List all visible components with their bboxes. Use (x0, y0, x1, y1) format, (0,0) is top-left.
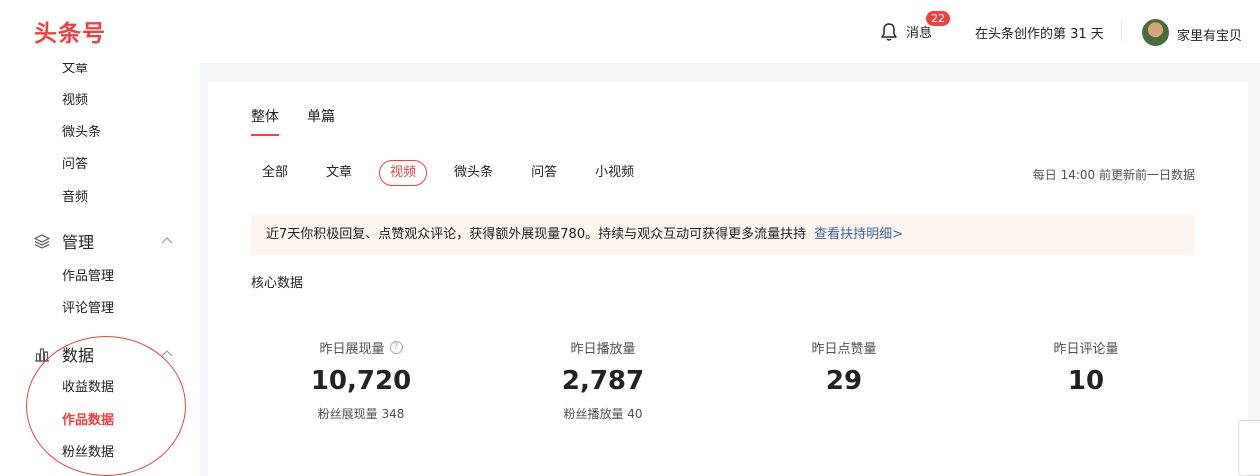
content-type-filters: 全部 文章 视频 微头条 问答 小视频 (251, 160, 661, 186)
notice-text: 近7天你积极回复、点赞观众评论，获得额外展现量780。持续与观众互动可获得更多流… (266, 227, 807, 242)
creation-days-text: 在头条创作的第 31 天 (975, 27, 1104, 42)
bell-icon (881, 22, 897, 41)
avatar[interactable] (1142, 19, 1169, 46)
sidebar-item-video[interactable]: 视频 (62, 89, 88, 108)
top-header: 头条号 消息 22 在头条创作的第 31 天 家里有宝贝 (0, 0, 1260, 63)
messages-button[interactable]: 消息 (880, 0, 932, 63)
chevron-up-icon[interactable] (161, 236, 173, 244)
tab-overall[interactable]: 整体 (251, 106, 279, 136)
sidebar-item-weitoutiao[interactable]: 微头条 (62, 121, 101, 140)
stat-label: 昨日点赞量 (811, 342, 877, 357)
stat-likes: 昨日点赞量 29 (724, 338, 964, 397)
view-tabs: 整体 单篇 (251, 106, 335, 136)
update-note: 每日 14:00 前更新前一日数据 (1032, 168, 1195, 182)
notice-banner: 近7天你积极回复、点赞观众评论，获得额外展现量780。持续与观众互动可获得更多流… (251, 215, 1195, 255)
help-icon[interactable]: ? (389, 341, 403, 354)
support-details-link[interactable]: 查看扶持明细> (814, 227, 903, 242)
stat-sub: 粉丝展现量 348 (317, 407, 405, 421)
header-divider (1121, 21, 1122, 41)
toutiao-logo[interactable]: 头条号 (34, 19, 106, 49)
username[interactable]: 家里有宝贝 (1177, 25, 1242, 44)
stat-sub: 粉丝播放量 40 (563, 407, 643, 421)
stat-value: 2,787 (561, 366, 645, 396)
stat-label: 昨日评论量 (1053, 342, 1119, 357)
filter-weitoutiao[interactable]: 微头条 (443, 160, 504, 186)
stat-value: 10 (1067, 366, 1105, 396)
filter-short-video[interactable]: 小视频 (584, 160, 645, 186)
layers-icon (34, 234, 50, 249)
main-panel: 整体 单篇 全部 文章 视频 微头条 问答 小视频 每日 14:00 前更新前一… (208, 82, 1248, 476)
filter-all[interactable]: 全部 (251, 160, 299, 186)
messages-label: 消息 (906, 26, 933, 41)
sidebar-item-comment-manage[interactable]: 评论管理 (62, 297, 114, 316)
stat-label: 昨日播放量 (570, 342, 636, 357)
stat-plays: 昨日播放量 2,787 粉丝播放量 40 (483, 338, 723, 422)
sidebar-item-qa[interactable]: 问答 (62, 153, 88, 172)
sidebar-section-manage[interactable]: 管理 (34, 229, 94, 253)
sidebar-section-manage-label: 管理 (62, 233, 95, 252)
message-count-badge: 22 (926, 11, 950, 26)
stat-impressions: 昨日展现量? 10,720 粉丝展现量 348 (241, 338, 481, 422)
filter-video[interactable]: 视频 (379, 160, 428, 186)
stat-comments: 昨日评论量 10 (966, 338, 1206, 397)
sidebar-item-article[interactable]: 文章 (62, 63, 88, 76)
tab-single[interactable]: 单篇 (307, 106, 335, 136)
filter-qa[interactable]: 问答 (520, 160, 568, 186)
stat-value: 29 (825, 366, 863, 396)
sidebar-item-audio[interactable]: 音频 (62, 186, 88, 205)
sidebar-item-works-manage[interactable]: 作品管理 (62, 265, 114, 284)
floating-help-widget[interactable] (1238, 420, 1260, 476)
filter-article[interactable]: 文章 (315, 160, 363, 186)
core-data-title: 核心数据 (251, 276, 304, 291)
stat-value: 10,720 (310, 366, 412, 396)
highlight-circle-annotation (26, 336, 186, 476)
stat-label: 昨日展现量 (319, 342, 385, 357)
